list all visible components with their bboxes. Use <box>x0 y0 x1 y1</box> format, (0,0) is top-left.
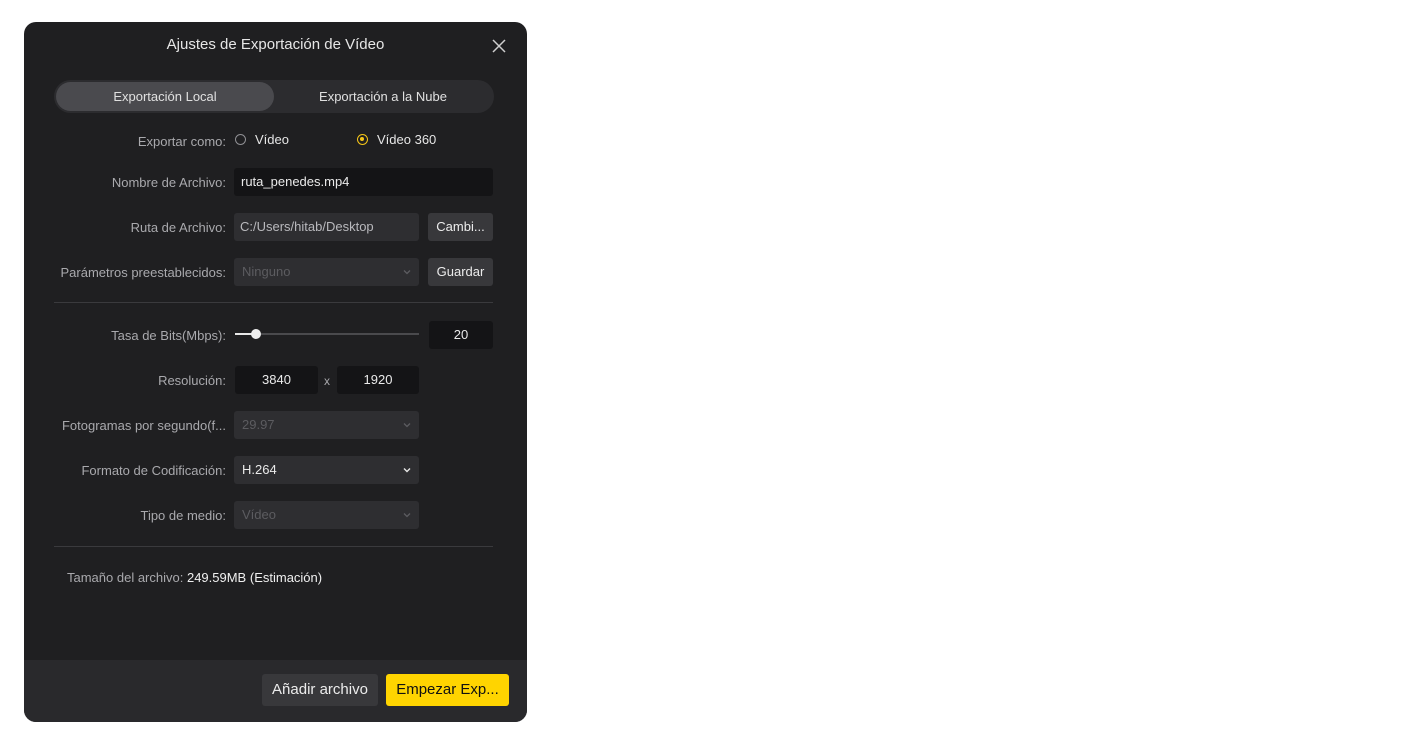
divider <box>54 302 493 303</box>
fps-select-value: 29.97 <box>242 417 275 432</box>
bitrate-slider-thumb[interactable] <box>251 329 261 339</box>
radio-video[interactable] <box>235 134 246 145</box>
radio-video-360[interactable] <box>357 134 368 145</box>
change-path-button[interactable]: Cambi... <box>428 213 493 241</box>
start-export-button[interactable]: Empezar Exp... <box>386 674 509 706</box>
save-preset-button[interactable]: Guardar <box>428 258 493 286</box>
bitrate-input[interactable]: 20 <box>429 321 493 349</box>
file-size-label: Tamaño del archivo: <box>67 570 184 585</box>
close-icon[interactable] <box>490 37 508 55</box>
export-tabs: Exportación Local Exportación a la Nube <box>54 80 494 113</box>
dialog-footer: Añadir archivo Empezar Exp... <box>24 660 527 722</box>
media-type-select: Vídeo <box>234 501 419 529</box>
fps-label: Fotogramas por segundo(f... <box>61 418 226 433</box>
chevron-down-icon <box>403 513 411 518</box>
file-size-note: (Estimación) <box>249 570 323 585</box>
file-name-label: Nombre de Archivo: <box>111 175 226 190</box>
codec-label: Formato de Codificación: <box>81 463 226 478</box>
export-as-label: Exportar como: <box>137 134 226 149</box>
file-size-value: 249.59MB <box>186 570 247 585</box>
media-type-select-value: Vídeo <box>242 507 276 522</box>
radio-video-360-label[interactable]: Vídeo 360 <box>377 132 436 147</box>
radio-video-label[interactable]: Vídeo <box>255 132 289 147</box>
presets-label: Parámetros preestablecidos: <box>60 265 226 280</box>
resolution-separator: x <box>324 374 330 388</box>
resolution-label: Resolución: <box>158 373 226 388</box>
resolution-height-input[interactable]: 1920 <box>337 366 419 394</box>
media-type-label: Tipo de medio: <box>140 508 226 523</box>
presets-select: Ninguno <box>234 258 419 286</box>
bitrate-label: Tasa de Bits(Mbps): <box>111 328 226 343</box>
codec-select[interactable]: H.264 <box>234 456 419 484</box>
file-size-info: Tamaño del archivo: 249.59MB (Estimación… <box>67 570 322 585</box>
add-file-button[interactable]: Añadir archivo <box>262 674 378 706</box>
file-path-label: Ruta de Archivo: <box>130 220 226 235</box>
dialog-title: Ajustes de Exportación de Vídeo <box>166 36 385 53</box>
chevron-down-icon <box>403 468 411 473</box>
tab-local-export[interactable]: Exportación Local <box>56 82 274 111</box>
fps-select: 29.97 <box>234 411 419 439</box>
codec-select-value: H.264 <box>242 462 277 477</box>
tab-cloud-export[interactable]: Exportación a la Nube <box>274 82 492 111</box>
chevron-down-icon <box>403 423 411 428</box>
divider <box>54 546 493 547</box>
presets-select-value: Ninguno <box>242 264 291 279</box>
bitrate-slider-track[interactable] <box>235 333 419 335</box>
file-path-input[interactable]: C:/Users/hitab/Desktop <box>234 213 419 241</box>
export-settings-dialog: Ajustes de Exportación de Vídeo Exportac… <box>24 22 527 722</box>
file-name-input[interactable]: ruta_penedes.mp4 <box>234 168 493 196</box>
chevron-down-icon <box>403 270 411 275</box>
resolution-width-input[interactable]: 3840 <box>235 366 318 394</box>
